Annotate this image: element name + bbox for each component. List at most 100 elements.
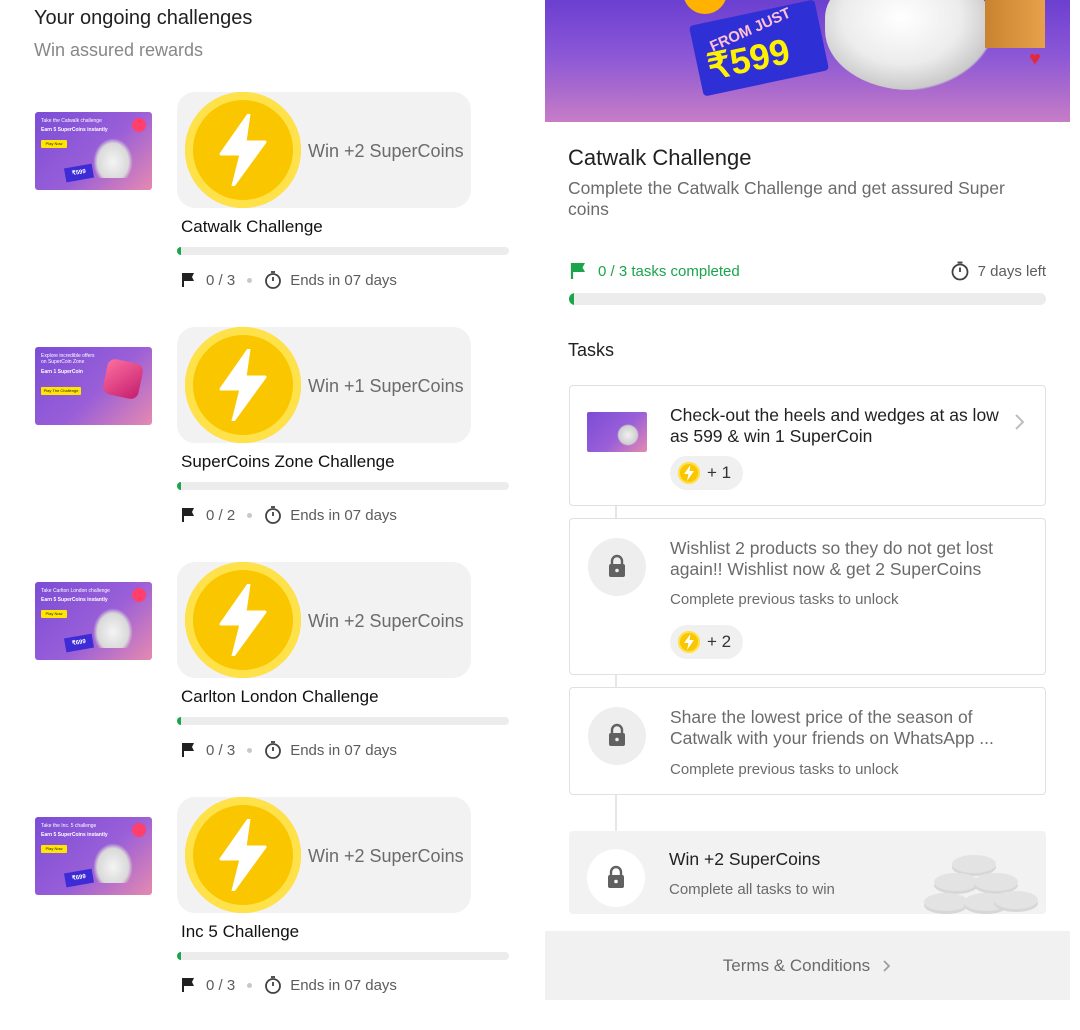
shoe-image bbox=[825, 0, 995, 90]
separator-dot bbox=[247, 512, 253, 518]
task-reward-pill: + 2 bbox=[670, 625, 744, 659]
challenge-meta: 0 / 3 Ends in 07 days bbox=[181, 269, 397, 291]
task-card[interactable]: Share the lowest price of the season of … bbox=[569, 687, 1046, 795]
task-progress-count: 0 / 3 bbox=[206, 271, 236, 289]
lightning-icon bbox=[219, 349, 267, 421]
task-reward-value: + 2 bbox=[707, 632, 732, 651]
lock-icon bbox=[609, 723, 625, 746]
thumb-line2: Earn 1 SuperCoin bbox=[41, 369, 83, 375]
final-reward-title: Win +2 SuperCoins bbox=[669, 849, 821, 869]
challenge-thumbnail[interactable]: Take the Catwalk challenge Earn 5 SuperC… bbox=[35, 112, 152, 190]
challenge-thumbnail[interactable]: Explore incredible offers on SuperCoin Z… bbox=[35, 347, 152, 425]
lightning-icon bbox=[684, 634, 694, 650]
challenge-name: Carlton London Challenge bbox=[181, 687, 379, 706]
gift-image bbox=[101, 357, 145, 401]
challenge-meta: 0 / 3 Ends in 07 days bbox=[181, 739, 397, 761]
challenge-meta: 0 / 3 Ends in 07 days bbox=[181, 974, 397, 996]
challenge-name: Inc 5 Challenge bbox=[181, 922, 300, 941]
sale-badge bbox=[132, 118, 146, 132]
task-subtitle: Complete previous tasks to unlock bbox=[670, 591, 899, 608]
challenge-thumbnail[interactable]: Take Carlton London challenge Earn 5 Sup… bbox=[35, 582, 152, 660]
lock-icon bbox=[608, 865, 624, 888]
challenge-item[interactable]: Take the Catwalk challenge Earn 5 SuperC… bbox=[0, 92, 545, 327]
supercoin-icon bbox=[185, 92, 301, 208]
final-reward-card: Win +2 SuperCoins Complete all tasks to … bbox=[569, 831, 1046, 914]
supercoin-icon bbox=[185, 562, 301, 678]
coin-decoration bbox=[683, 0, 727, 14]
thumb-price-tag: ₹699 bbox=[63, 633, 95, 653]
shoe-image bbox=[93, 608, 133, 648]
thumb-price-tag: ₹699 bbox=[63, 868, 95, 888]
thumb-line2: Earn 5 SuperCoins instantly bbox=[41, 127, 108, 133]
reward-card[interactable]: Win +2 SuperCoins bbox=[177, 797, 471, 913]
task-title: Share the lowest price of the season of … bbox=[670, 707, 994, 748]
task-title: Check-out the heels and wedges at as low… bbox=[670, 405, 999, 446]
task-reward-pill: + 1 bbox=[670, 456, 744, 490]
challenge-name: Catwalk Challenge bbox=[181, 217, 323, 236]
challenge-progress-bar bbox=[177, 482, 509, 490]
sale-badge bbox=[132, 823, 146, 837]
challenge-title: Catwalk Challenge bbox=[568, 145, 752, 170]
task-progress-count: 0 / 3 bbox=[206, 741, 236, 759]
task-subtitle: Complete previous tasks to unlock bbox=[670, 761, 899, 778]
days-left: 7 days left bbox=[950, 261, 1046, 281]
flag-icon bbox=[182, 273, 194, 287]
thumb-line1: Explore incredible offers on SuperCoin Z… bbox=[41, 353, 95, 365]
timer-icon bbox=[265, 741, 282, 759]
thumb-play-button: Play The Challenge bbox=[41, 387, 81, 395]
final-reward-subtitle: Complete all tasks to win bbox=[669, 881, 835, 898]
task-reward-value: + 1 bbox=[707, 463, 732, 482]
price-tag: FROM JUST ₹599 bbox=[688, 0, 830, 97]
task-card[interactable]: Check-out the heels and wedges at as low… bbox=[569, 385, 1046, 506]
task-thumbnail bbox=[587, 412, 647, 452]
reward-card[interactable]: Win +2 SuperCoins bbox=[177, 562, 471, 678]
task-title: Wishlist 2 products so they do not get l… bbox=[670, 538, 993, 579]
challenge-description: Complete the Catwalk Challenge and get a… bbox=[568, 178, 1005, 219]
challenge-item[interactable]: Explore incredible offers on SuperCoin Z… bbox=[0, 327, 545, 562]
section-subtitle: Win assured rewards bbox=[34, 40, 204, 60]
flag-icon bbox=[182, 743, 194, 757]
task-progress-count: 0 / 2 bbox=[206, 506, 236, 524]
chevron-right-icon[interactable] bbox=[1013, 412, 1027, 432]
thumb-line1: Take Carlton London challenge bbox=[41, 588, 110, 594]
coin-stack-image bbox=[924, 851, 1038, 914]
challenge-item[interactable]: Take the Inc. 5 challenge Earn 5 SuperCo… bbox=[0, 797, 545, 1030]
flag-icon bbox=[182, 508, 194, 522]
thumb-line1: Take the Inc. 5 challenge bbox=[41, 823, 97, 829]
reward-card[interactable]: Win +2 SuperCoins bbox=[177, 92, 471, 208]
lock-badge bbox=[587, 849, 645, 907]
reward-text: Win +2 SuperCoins bbox=[308, 611, 464, 631]
days-left-text: 7 days left bbox=[977, 262, 1046, 280]
supercoin-icon bbox=[678, 631, 700, 653]
chevron-right-icon bbox=[883, 959, 891, 972]
thumb-price-tag: ₹599 bbox=[63, 163, 95, 183]
lightning-icon bbox=[219, 819, 267, 891]
challenge-banner[interactable]: FROM JUST ₹599 ♥ bbox=[545, 0, 1070, 122]
task-connector bbox=[615, 674, 617, 688]
challenge-progress-bar bbox=[177, 952, 509, 960]
ends-in-text: Ends in 07 days bbox=[290, 976, 397, 994]
challenge-progress-bar bbox=[177, 247, 509, 255]
ends-in-text: Ends in 07 days bbox=[290, 741, 397, 759]
challenge-item[interactable]: Take Carlton London challenge Earn 5 Sup… bbox=[0, 562, 545, 797]
timer-icon bbox=[265, 976, 282, 994]
separator-dot bbox=[247, 277, 253, 283]
task-connector bbox=[615, 505, 617, 519]
ends-in-text: Ends in 07 days bbox=[290, 271, 397, 289]
task-card[interactable]: Wishlist 2 products so they do not get l… bbox=[569, 518, 1046, 675]
challenge-thumbnail[interactable]: Take the Inc. 5 challenge Earn 5 SuperCo… bbox=[35, 817, 152, 895]
lock-badge bbox=[588, 707, 646, 765]
shoe-image bbox=[93, 138, 133, 178]
lightning-icon bbox=[684, 465, 694, 481]
supercoin-icon bbox=[185, 797, 301, 913]
thumb-line1: Take the Catwalk challenge bbox=[41, 118, 102, 124]
reward-card[interactable]: Win +1 SuperCoins bbox=[177, 327, 471, 443]
reward-text: Win +2 SuperCoins bbox=[308, 846, 464, 866]
heart-icon: ♥ bbox=[1029, 48, 1041, 70]
section-title: Your ongoing challenges bbox=[34, 7, 253, 29]
challenge-progress-bar bbox=[569, 293, 1046, 305]
timer-icon bbox=[265, 271, 282, 289]
flag-icon bbox=[570, 263, 585, 279]
terms-and-conditions-link[interactable]: Terms & Conditions bbox=[545, 931, 1070, 1000]
shoe-image bbox=[93, 843, 133, 883]
